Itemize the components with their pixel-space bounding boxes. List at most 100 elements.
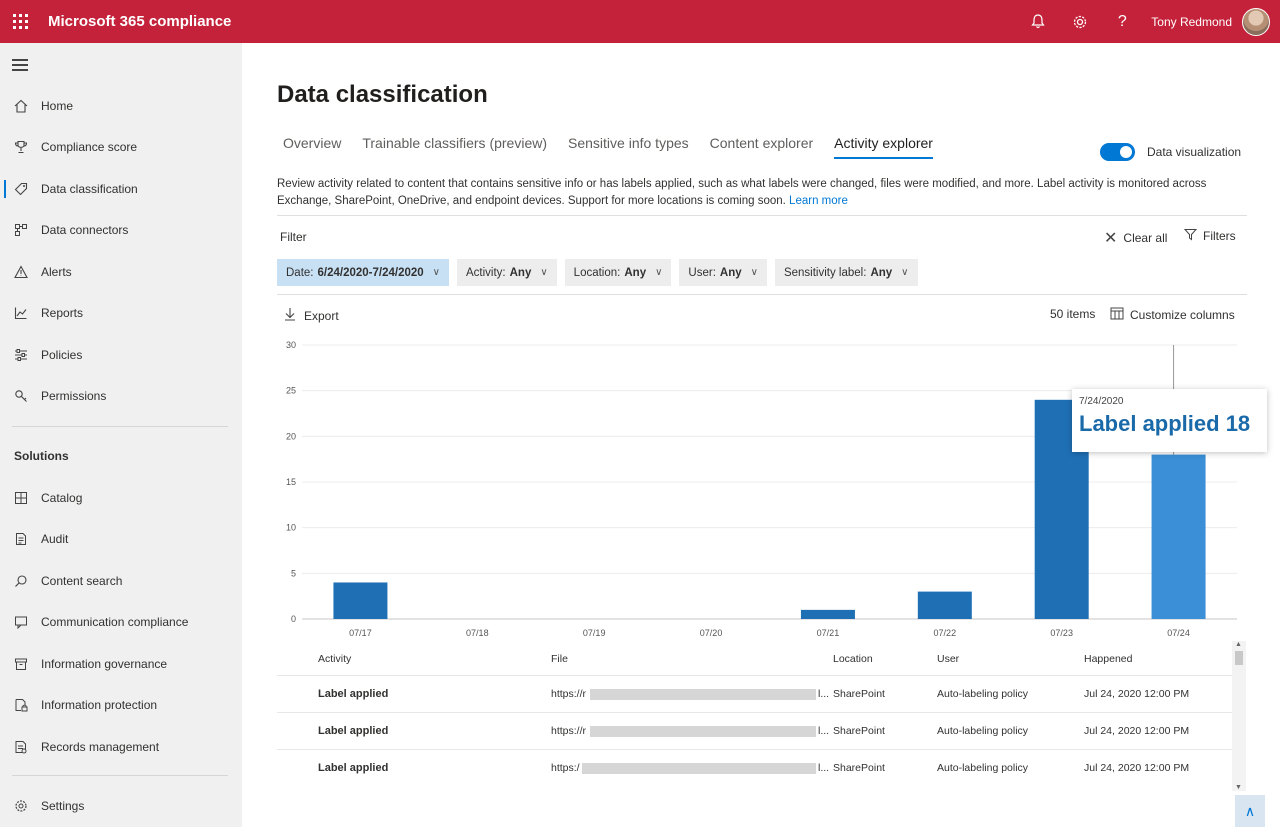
x-tick-label: 07/20	[700, 628, 723, 638]
cell-activity: Label applied	[318, 762, 389, 774]
activity-filter-chip[interactable]: Activity: Any ∨	[456, 259, 557, 286]
sidebar-item-label: Information protection	[41, 698, 158, 712]
sidebar-item-data-connectors[interactable]: Data connectors	[0, 212, 242, 248]
y-tick-label: 25	[286, 386, 296, 396]
y-tick-label: 10	[286, 523, 296, 533]
tab-overview[interactable]: Overview	[283, 135, 341, 159]
clear-all-button[interactable]: ✕ Clear all	[1104, 228, 1167, 248]
avatar[interactable]	[1242, 7, 1270, 36]
cell-happened: Jul 24, 2020 12:00 PM	[1084, 688, 1190, 700]
column-header-happened[interactable]: Happened	[1084, 653, 1132, 665]
description: Review activity related to content that …	[277, 176, 1249, 209]
filters-button[interactable]: Filters	[1183, 228, 1236, 244]
sidebar-item-information-governance[interactable]: Information governance	[0, 646, 242, 682]
scroll-up-icon[interactable]: ▲	[1235, 641, 1242, 648]
tab-sensitive-info-types[interactable]: Sensitive info types	[568, 135, 689, 159]
sidebar-item-label: Permissions	[41, 389, 107, 403]
sidebar-item-content-search[interactable]: Content search	[0, 563, 242, 599]
sidebar-divider	[12, 426, 228, 427]
sidebar-item-permissions[interactable]: Permissions	[0, 378, 242, 414]
cell-happened: Jul 24, 2020 12:00 PM	[1084, 762, 1190, 774]
column-header-user[interactable]: User	[937, 653, 959, 665]
cell-file-end: l...	[818, 688, 830, 700]
chat-icon	[13, 614, 29, 630]
tab-bar: Overview Trainable classifiers (preview)…	[283, 135, 954, 159]
sidebar-item-information-protection[interactable]: Information protection	[0, 687, 242, 723]
chip-label: Sensitivity label:	[783, 266, 867, 279]
x-tick-label: 07/17	[349, 628, 372, 638]
sidebar-item-reports[interactable]: Reports	[0, 295, 242, 331]
cell-location: SharePoint	[833, 762, 885, 774]
chevron-down-icon: ∨	[750, 267, 758, 278]
sidebar-item-data-classification[interactable]: Data classification	[0, 171, 242, 207]
filters-label: Filters	[1203, 229, 1236, 243]
bar	[917, 591, 972, 619]
user-name[interactable]: Tony Redmond	[1151, 15, 1232, 29]
x-tick-label: 07/22	[934, 628, 957, 638]
sidebar-item-alerts[interactable]: Alerts	[0, 254, 242, 290]
sidebar-item-catalog[interactable]: Catalog	[0, 480, 242, 516]
scroll-to-top-button[interactable]: ∧	[1235, 795, 1265, 827]
export-button[interactable]: Export	[284, 307, 339, 324]
user-filter-chip[interactable]: User: Any ∨	[679, 259, 767, 286]
tab-trainable-classifiers[interactable]: Trainable classifiers (preview)	[362, 135, 547, 159]
bar	[1151, 454, 1206, 619]
cell-file-start: https://r	[551, 688, 587, 700]
location-filter-chip[interactable]: Location: Any ∨	[564, 259, 672, 286]
gear-icon[interactable]	[1059, 0, 1101, 43]
customize-columns-button[interactable]: Customize columns	[1110, 307, 1235, 323]
table-scrollbar[interactable]: ▲ ▼	[1232, 641, 1246, 791]
filter-icon	[1183, 228, 1198, 244]
column-header-activity[interactable]: Activity	[318, 653, 351, 665]
date-filter-chip[interactable]: Date: 6/24/2020-7/24/2020 ∨	[277, 259, 449, 286]
learn-more-link[interactable]: Learn more	[789, 195, 848, 207]
column-header-file[interactable]: File	[551, 653, 568, 665]
cell-file-end: l...	[818, 725, 830, 737]
table-row[interactable]: Label applied https:/ l... SharePoint Au…	[277, 749, 1232, 786]
chart-tooltip: 7/24/2020 Label applied 18	[1072, 389, 1267, 452]
toggle-label: Data visualization	[1147, 145, 1242, 159]
filter-label: Filter	[280, 230, 307, 244]
sidebar-item-policies[interactable]: Policies	[0, 337, 242, 373]
sidebar-item-records-management[interactable]: Records management	[0, 729, 242, 765]
sidebar-item-settings[interactable]: Settings	[0, 788, 242, 824]
x-tick-label: 07/24	[1167, 628, 1190, 638]
sidebar-item-label: Reports	[41, 306, 84, 320]
tab-activity-explorer[interactable]: Activity explorer	[834, 135, 933, 159]
chevron-down-icon: ∨	[540, 267, 548, 278]
redacted-path	[590, 726, 816, 737]
scrollbar-thumb[interactable]	[1235, 651, 1243, 665]
main-content: Data classification Overview Trainable c…	[242, 43, 1280, 827]
sidebar-item-communication-compliance[interactable]: Communication compliance	[0, 604, 242, 640]
chip-label: User:	[688, 266, 716, 279]
sensitivity-label-filter-chip[interactable]: Sensitivity label: Any ∨	[774, 259, 918, 286]
sidebar-item-compliance-score[interactable]: Compliance score	[0, 129, 242, 165]
sidebar-item-audit[interactable]: Audit	[0, 521, 242, 557]
x-tick-label: 07/18	[466, 628, 489, 638]
tab-content-explorer[interactable]: Content explorer	[710, 135, 814, 159]
app-title[interactable]: Microsoft 365 compliance	[48, 13, 231, 30]
hamburger-icon[interactable]	[12, 59, 28, 74]
sidebar-item-label: Audit	[41, 532, 69, 546]
data-visualization-toggle[interactable]	[1100, 143, 1135, 161]
waffle-icon[interactable]	[0, 0, 40, 43]
column-header-location[interactable]: Location	[833, 653, 873, 665]
records-icon	[13, 739, 29, 755]
cell-activity: Label applied	[318, 725, 389, 737]
table-row[interactable]: Label applied https://r l... SharePoint …	[277, 675, 1232, 712]
search-icon	[13, 573, 29, 589]
scroll-down-icon[interactable]: ▼	[1235, 784, 1242, 791]
bar	[800, 609, 855, 619]
sidebar-item-home[interactable]: Home	[0, 88, 242, 124]
redacted-path	[582, 763, 816, 774]
solutions-heading: Solutions	[14, 449, 69, 463]
table-row[interactable]: Label applied https://r l... SharePoint …	[277, 712, 1232, 749]
bell-icon[interactable]	[1017, 0, 1059, 43]
sidebar-item-label: Content search	[41, 574, 123, 588]
help-icon[interactable]: ?	[1101, 0, 1143, 43]
columns-icon	[1110, 307, 1124, 323]
download-icon	[284, 307, 296, 324]
top-bar: Microsoft 365 compliance ? Tony Redmond	[0, 0, 1280, 43]
x-tick-label: 07/19	[583, 628, 606, 638]
chevron-down-icon: ∨	[432, 267, 440, 278]
